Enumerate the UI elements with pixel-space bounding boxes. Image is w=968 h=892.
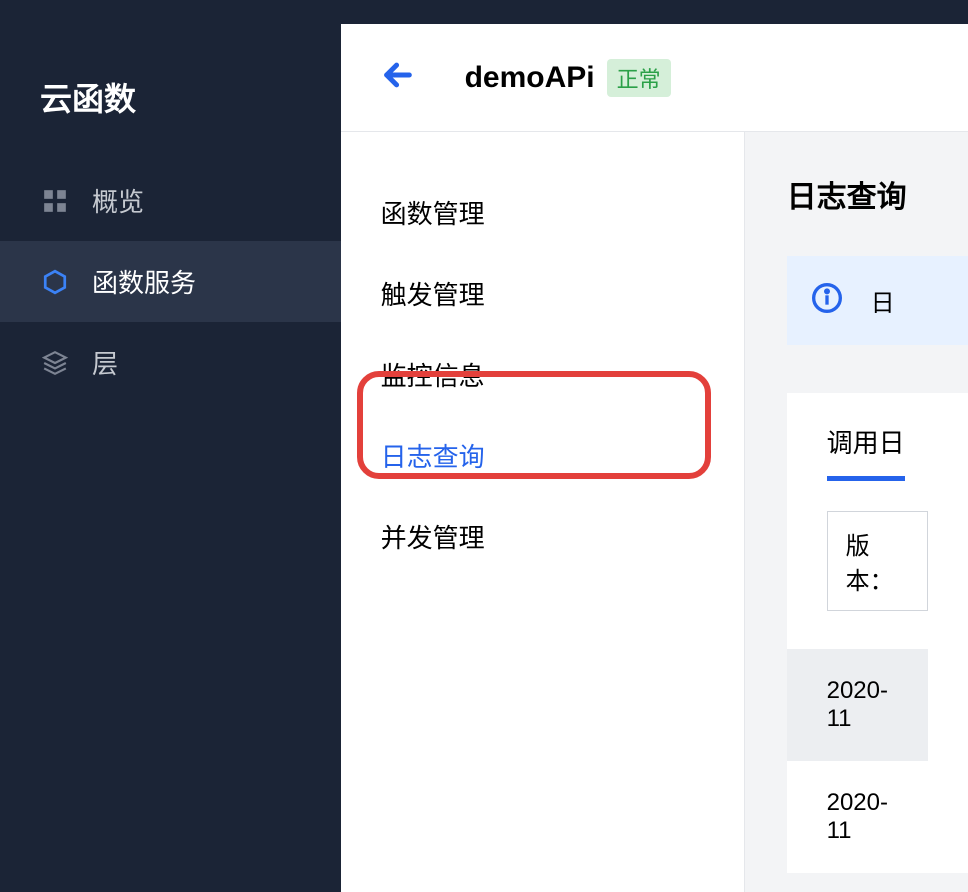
subnav: 函数管理 触发管理 监控信息 日志查询 并发管理 <box>341 132 745 892</box>
content: demoAPi 正常 函数管理 触发管理 监控信息 日志查询 并发管理 日志查询… <box>341 24 968 892</box>
grid-icon <box>40 186 70 216</box>
header: demoAPi 正常 <box>341 24 968 132</box>
subnav-item-monitor-info[interactable]: 监控信息 <box>341 334 744 415</box>
info-box: 日 <box>787 256 968 345</box>
hexagon-icon <box>40 267 70 297</box>
subnav-item-concurrency-manage[interactable]: 并发管理 <box>341 496 744 577</box>
sidebar-item-label: 函数服务 <box>92 263 196 300</box>
page-title: demoAPi <box>465 61 595 95</box>
sidebar-item-label: 概览 <box>92 182 144 219</box>
sidebar: 云函数 概览 函数服务 层 <box>0 24 341 892</box>
sidebar-title: 云函数 <box>0 54 341 160</box>
sidebar-item-layer[interactable]: 层 <box>0 322 341 403</box>
sidebar-item-overview[interactable]: 概览 <box>0 160 341 241</box>
log-list: 2020-11 2020-11 <box>827 649 928 873</box>
panel-title: 日志查询 <box>787 172 968 216</box>
top-bar <box>0 0 968 24</box>
right-panel: 日志查询 日 调用日 版本： 2020-11 2020-11 <box>745 132 968 892</box>
status-badge: 正常 <box>607 59 671 97</box>
layers-icon <box>40 348 70 378</box>
subnav-item-log-query[interactable]: 日志查询 <box>341 415 744 496</box>
version-select[interactable]: 版本： <box>827 511 928 611</box>
tab-invoke-log[interactable]: 调用日 <box>827 423 905 481</box>
info-icon <box>811 282 843 319</box>
log-item[interactable]: 2020-11 <box>787 649 928 761</box>
main-container: 云函数 概览 函数服务 层 demoAPi 正常 <box>0 24 968 892</box>
card: 调用日 版本： 2020-11 2020-11 <box>787 393 968 873</box>
back-arrow-icon[interactable] <box>381 58 415 97</box>
body-section: 函数管理 触发管理 监控信息 日志查询 并发管理 日志查询 日 调用日 版本 <box>341 132 968 892</box>
subnav-item-function-manage[interactable]: 函数管理 <box>341 172 744 253</box>
subnav-item-trigger-manage[interactable]: 触发管理 <box>341 253 744 334</box>
sidebar-item-function-service[interactable]: 函数服务 <box>0 241 341 322</box>
sidebar-item-label: 层 <box>92 344 118 381</box>
info-text: 日 <box>871 283 895 318</box>
log-item[interactable]: 2020-11 <box>787 761 928 873</box>
